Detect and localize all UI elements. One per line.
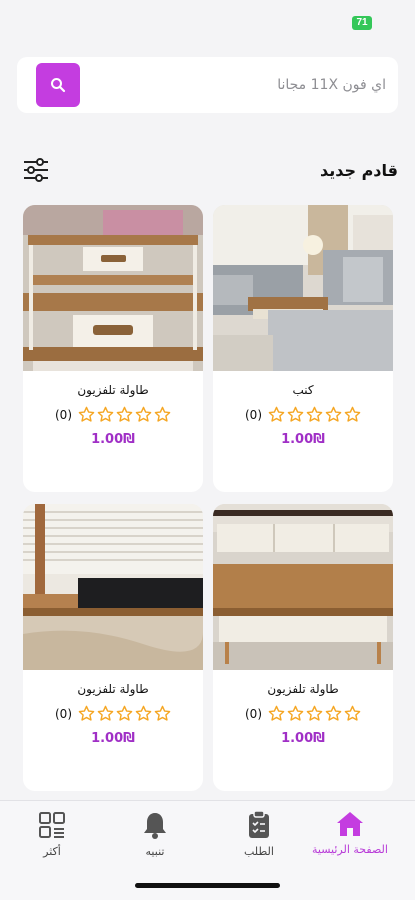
- rating-count: (0): [55, 706, 72, 721]
- star-icon: [325, 705, 342, 721]
- product-card[interactable]: طاولة تلفزيون (0) 1.00₪: [213, 504, 393, 791]
- tab-label: أكثر: [43, 845, 61, 858]
- star-icon: [135, 705, 152, 721]
- product-image: [23, 205, 203, 371]
- product-card[interactable]: طاولة تلفزيون (0) 1.00₪: [23, 504, 203, 791]
- star-icon: [116, 705, 133, 721]
- product-card[interactable]: طاولة تلفزيون (0) 1.00₪: [23, 205, 203, 492]
- star-icon: [287, 406, 304, 422]
- star-icon: [306, 406, 323, 422]
- star-icon: [325, 406, 342, 422]
- grid-icon: [39, 812, 65, 838]
- tab-label: الطلب: [244, 845, 274, 858]
- product-rating: (0): [23, 406, 203, 423]
- bell-icon: [144, 813, 166, 839]
- section-header: قادم جديد: [17, 150, 398, 190]
- rating-count: (0): [245, 706, 262, 721]
- star-icon: [268, 705, 285, 721]
- tab-notifications[interactable]: تنبيه: [142, 811, 168, 858]
- search-button[interactable]: [36, 63, 80, 107]
- product-rating: (0): [213, 406, 393, 423]
- home-icon: [336, 812, 363, 836]
- star-icon: [154, 406, 171, 422]
- tab-orders[interactable]: الطلب: [244, 811, 274, 858]
- sliders-icon: [24, 158, 48, 182]
- star-icon: [306, 705, 323, 721]
- product-price: 1.00₪: [91, 432, 135, 447]
- product-grid: كنب (0) 1.00₪ طاولة تلفزيون (0) 1.00₪ طا…: [23, 205, 393, 791]
- product-price: 1.00₪: [281, 731, 325, 746]
- tab-label: الصفحة الرئيسية: [312, 843, 388, 856]
- status-bar: 71: [0, 0, 415, 44]
- star-icon: [116, 406, 133, 422]
- tab-more[interactable]: أكثر: [38, 811, 66, 858]
- clipboard-icon: [248, 811, 269, 838]
- product-price: 1.00₪: [91, 731, 135, 746]
- search-input[interactable]: اي فون 11X مجانا: [277, 77, 386, 93]
- star-icon: [78, 705, 95, 721]
- rating-count: (0): [245, 407, 262, 422]
- product-rating: (0): [23, 705, 203, 722]
- search-icon: [51, 78, 66, 93]
- product-image: [23, 504, 203, 670]
- tab-label: تنبيه: [145, 845, 165, 858]
- star-icon: [287, 705, 304, 721]
- tab-home[interactable]: الصفحة الرئيسية: [312, 811, 388, 856]
- search-bar[interactable]: اي فون 11X مجانا: [17, 57, 398, 113]
- section-title: قادم جديد: [319, 160, 398, 180]
- product-name: كنب: [292, 383, 314, 397]
- product-price: 1.00₪: [281, 432, 325, 447]
- product-image: [213, 205, 393, 371]
- star-icon: [344, 406, 361, 422]
- product-rating: (0): [213, 705, 393, 722]
- star-icon: [78, 406, 95, 422]
- product-name: طاولة تلفزيون: [77, 383, 149, 397]
- product-image: [213, 504, 393, 670]
- star-icon: [268, 406, 285, 422]
- filter-button[interactable]: [19, 153, 53, 187]
- home-indicator: [135, 883, 280, 888]
- product-name: طاولة تلفزيون: [267, 682, 339, 696]
- star-icon: [154, 705, 171, 721]
- rating-count: (0): [55, 407, 72, 422]
- star-icon: [97, 406, 114, 422]
- star-icon: [344, 705, 361, 721]
- star-icon: [135, 406, 152, 422]
- star-icon: [97, 705, 114, 721]
- product-name: طاولة تلفزيون: [77, 682, 149, 696]
- battery-indicator: 71: [352, 16, 372, 30]
- product-card[interactable]: كنب (0) 1.00₪: [213, 205, 393, 492]
